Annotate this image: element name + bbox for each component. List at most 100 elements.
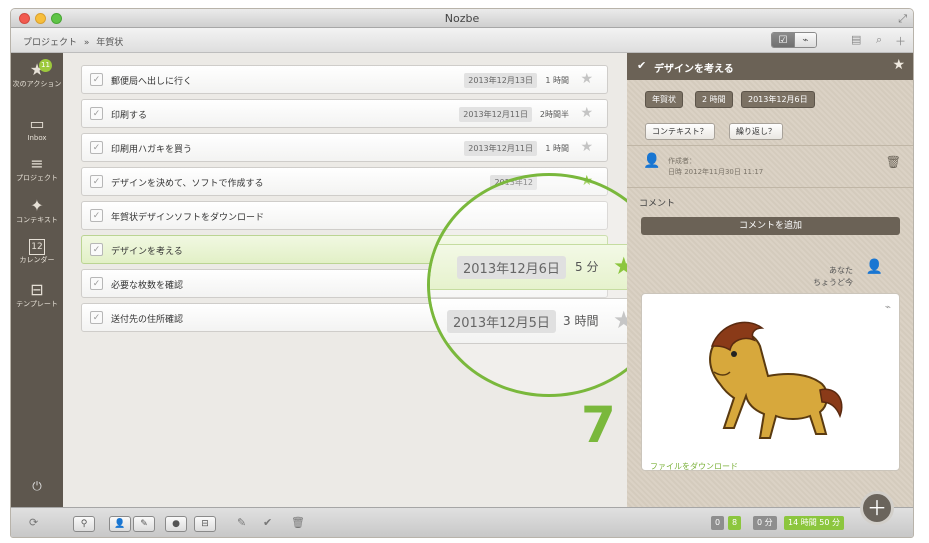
title-bar: Nozbe ⤢ [11, 9, 913, 28]
task-duration[interactable]: 1 時間 [545, 143, 569, 154]
sidebar-item-next-actions[interactable]: ★ 11 次のアクション [11, 59, 63, 89]
breadcrumb-current: 年賀状 [96, 38, 124, 48]
trash-icon[interactable]: 🗑 [291, 516, 305, 529]
bottom-toolbar: ⟳ ⚲ 👤 ✎ ● ⊟ ✎ ✔ 🗑 0 8 0 分 14 時間 50 分 [11, 507, 913, 537]
app-window: Nozbe ⤢ プロジェクト » 年賀状 ☑ ⌁ ▤ ⌕ ＋ ★ 11 次のアク… [10, 8, 914, 538]
duration-chip[interactable]: 2 時間 [695, 91, 733, 108]
task-date[interactable]: 2013年12月11日 [459, 107, 532, 122]
task-name: デザインを考える [111, 247, 183, 257]
calendar-icon: 12 [29, 239, 45, 255]
sidebar-item-label: テンプレート [16, 300, 58, 308]
breadcrumb-projects[interactable]: プロジェクト [23, 38, 77, 48]
comment-card: ⌁ ファイルをダウンロード [641, 293, 900, 471]
star-icon[interactable]: ★ [580, 105, 593, 121]
person-icon: 👤 [114, 519, 126, 529]
template-button[interactable]: ⊟ [194, 516, 216, 532]
breadcrumb: プロジェクト » 年賀状 [23, 35, 127, 48]
date-chip[interactable]: 2013年12月6日 [741, 91, 815, 108]
zoom-date: 2013年12月6日 [457, 256, 566, 279]
tasks-view-button[interactable]: ☑ [772, 33, 794, 47]
detail-title[interactable]: デザインを考える [654, 60, 734, 75]
star-icon[interactable]: ★ [580, 71, 593, 87]
fullscreen-icon[interactable]: ⤢ [898, 12, 907, 26]
task-checkbox[interactable]: ✓ [90, 107, 103, 120]
record-button[interactable]: ● [165, 516, 187, 532]
task-duration[interactable]: 2時間半 [540, 109, 569, 120]
edit-icon[interactable]: ✎ [237, 516, 246, 529]
plus-icon: ＋ [867, 496, 887, 520]
task-row[interactable]: ✓ 印刷する 2013年12月11日 2時間半 ★ [81, 99, 608, 128]
tag-button[interactable]: ✎ [133, 516, 155, 532]
counter-done: 8 [728, 516, 742, 530]
tag-icon: ✎ [140, 519, 148, 529]
window-title: Nozbe [444, 12, 480, 25]
files-view-button[interactable]: ⌁ [794, 33, 816, 47]
star-icon: ★ [29, 60, 45, 79]
sidebar-item-templates[interactable]: ⊟ テンプレート [11, 281, 63, 309]
task-detail-panel: ✔ デザインを考える ★ 年賀状 2 時間 2013年12月6日 コンテキスト？… [627, 53, 913, 520]
projects-icon: ≡ [30, 154, 44, 173]
sidebar-item-calendar[interactable]: 12 カレンダー [11, 239, 63, 265]
comment-author: あなた [829, 266, 853, 275]
pin-icon: ✦ [30, 196, 44, 215]
zoom-duration: 5 分 [575, 260, 599, 274]
filter-button[interactable]: ⚲ [73, 516, 95, 532]
sidebar-item-inbox[interactable]: ▭ Inbox [11, 115, 63, 143]
task-name: 年賀状デザインソフトをダウンロード [111, 213, 265, 223]
task-checkbox[interactable]: ✓ [90, 311, 103, 324]
detail-header: ✔ デザインを考える ★ [627, 53, 913, 80]
download-file-link[interactable]: ファイルをダウンロード [650, 461, 738, 472]
repeat-button[interactable]: 繰り返し？ [729, 123, 783, 140]
divider [627, 145, 913, 146]
task-checkbox[interactable]: ✓ [90, 141, 103, 154]
context-button[interactable]: コンテキスト？ [645, 123, 715, 140]
sidebar-item-label: 次のアクション [12, 80, 62, 88]
task-checkbox[interactable]: ✓ [90, 277, 103, 290]
task-checkbox[interactable]: ✓ [90, 243, 103, 256]
paperclip-icon: ⌁ [884, 302, 891, 313]
star-icon[interactable]: ★ [580, 139, 593, 155]
task-checkbox[interactable]: ✓ [90, 73, 103, 86]
comments-label: コメント [639, 199, 676, 209]
sidebar-item-contexts[interactable]: ✦ コンテキスト [11, 197, 63, 225]
sidebar-item-label: Inbox [27, 134, 47, 142]
people-button[interactable]: 👤 [109, 516, 131, 532]
author-label: 作成者： [668, 157, 696, 165]
power-icon[interactable]: ⏻ [11, 479, 63, 494]
project-chip[interactable]: 年賀状 [645, 91, 683, 108]
counter-time-total: 14 時間 50 分 [784, 516, 844, 530]
created-date: 日時 2012年11月30日 11:17 [668, 168, 764, 176]
step-number: 7 [581, 396, 616, 454]
task-date[interactable]: 2013年12月13日 [464, 73, 537, 88]
view-switcher: ☑ ⌁ [771, 32, 817, 48]
counter-tasks: 0 [711, 516, 725, 530]
search-icon[interactable]: ⌕ [876, 33, 882, 47]
sync-icon[interactable]: ⟳ [29, 516, 38, 529]
task-name: 郵便局へ出しに行く [111, 77, 193, 87]
check-icon[interactable]: ✔ [263, 516, 272, 529]
checkbox-icon: ☑ [778, 34, 788, 46]
task-date[interactable]: 2013年12月11日 [464, 141, 537, 156]
sidebar-item-label: カレンダー [19, 256, 55, 264]
task-duration[interactable]: 1 時間 [545, 75, 569, 86]
breadcrumb-bar: プロジェクト » 年賀状 ☑ ⌁ ▤ ⌕ ＋ [11, 28, 913, 53]
star-icon[interactable]: ★ [892, 57, 905, 73]
stack-icon[interactable]: ▤ [851, 33, 861, 46]
task-name: デザインを決めて、ソフトで作成する [111, 179, 264, 189]
trash-icon[interactable]: 🗑 [886, 155, 901, 169]
counter-time-done: 0 分 [753, 516, 777, 530]
add-comment-button[interactable]: コメントを追加 [641, 217, 900, 235]
add-icon[interactable]: ＋ [895, 33, 906, 49]
check-icon[interactable]: ✔ [637, 59, 646, 72]
zoom-duration: 3 時間 [563, 314, 599, 328]
paperclip-icon: ⌁ [802, 34, 809, 46]
sidebar-item-projects[interactable]: ≡ プロジェクト [11, 155, 63, 183]
task-checkbox[interactable]: ✓ [90, 209, 103, 222]
task-name: 印刷用ハガキを買う [111, 145, 193, 155]
task-name: 送付先の住所確認 [111, 315, 184, 325]
task-checkbox[interactable]: ✓ [90, 175, 103, 188]
breadcrumb-separator: » [83, 38, 90, 48]
task-row[interactable]: ✓ 印刷用ハガキを買う 2013年12月11日 1 時間 ★ [81, 133, 608, 162]
task-row[interactable]: ✓ 郵便局へ出しに行く 2013年12月13日 1 時間 ★ [81, 65, 608, 94]
add-task-button[interactable]: ＋ [860, 491, 894, 525]
